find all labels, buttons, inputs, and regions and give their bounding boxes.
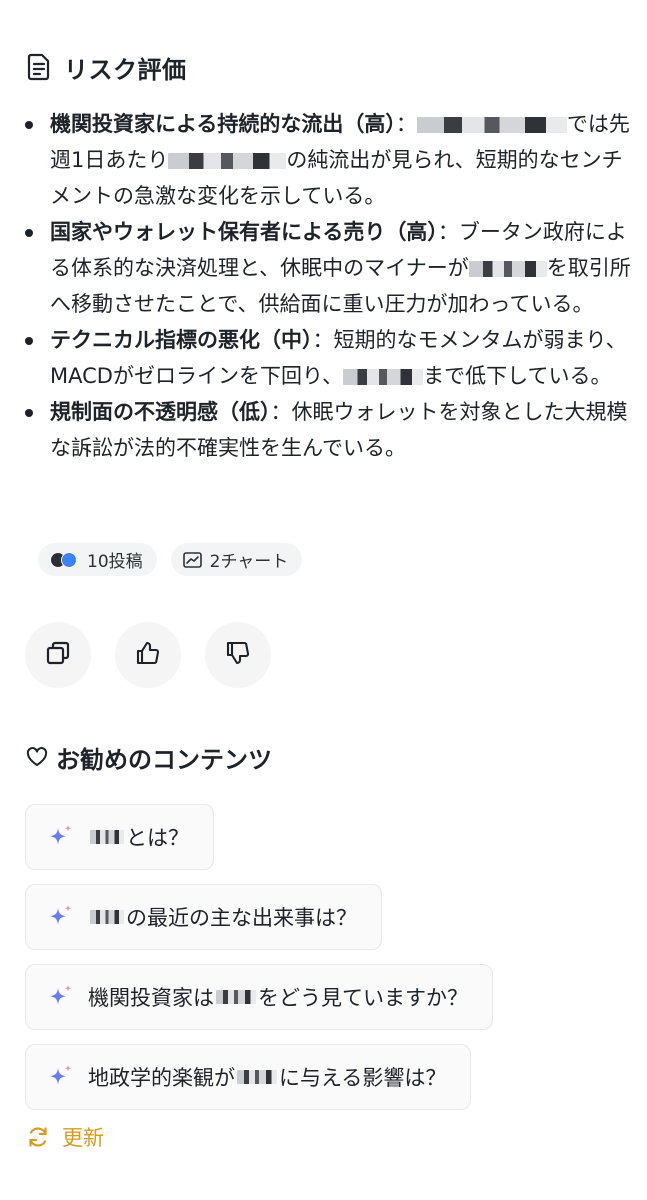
document-icon [26, 53, 52, 81]
risk-section-title: リスク評価 [64, 55, 187, 84]
avatar [61, 551, 77, 568]
copy-button[interactable] [25, 622, 91, 688]
posts-chip[interactable]: 10投稿 [38, 543, 157, 576]
suggestion-item[interactable]: の最近の主な出来事は？ [25, 884, 382, 950]
risk-item-heading: テクニカル指標の悪化（中） [50, 328, 313, 352]
redacted-text [343, 369, 424, 385]
risk-list: 機関投資家による持続的な流出（高）： では先週1日あたり の純流出が見られ、短期的な… [22, 106, 634, 466]
charts-chip[interactable]: 2チャート [170, 543, 303, 576]
risk-item-heading: 機関投資家による持続的な流出（高） [50, 112, 396, 136]
chart-icon [182, 551, 202, 568]
source-chips: 10投稿 2チャート [38, 543, 303, 576]
charts-chip-label: 2チャート [209, 552, 289, 572]
risk-item-regulatory-uncertainty: 規制面の不透明感（低）：休眠ウォレットを対象とした大規模な訴訟が法的不確実性を生… [22, 394, 634, 466]
redacted-text [468, 261, 547, 277]
risk-section-header: リスク評価 [26, 50, 187, 84]
suggestion-item[interactable]: 機関投資家は をどう見ていますか？ [25, 964, 493, 1030]
risk-item-technical-deterioration: テクニカル指標の悪化（中）：短期的なモメンタムが弱まり、MACDがゼロラインを下… [22, 322, 634, 394]
heart-icon [26, 747, 48, 767]
refresh-icon [26, 1125, 50, 1149]
suggestion-text: に与える影響は？ [279, 1066, 447, 1090]
feedback-actions [25, 622, 271, 688]
suggestion-text: 機関投資家は [88, 986, 214, 1010]
risk-item-text: まで低下している。 [423, 364, 612, 388]
suggestion-item[interactable]: 地政学的楽観が に与える影響は？ [25, 1044, 472, 1110]
suggestion-text: をどう見ていますか？ [258, 986, 468, 1010]
risk-item-heading: 国家やウォレット保有者による売り（高） [50, 220, 438, 244]
sparkle-icon [46, 1062, 76, 1092]
posts-chip-label: 10投稿 [87, 552, 143, 572]
recommendations-header: お勧めのコンテンツ [26, 740, 272, 774]
suggestion-list: とは？ の最近の主な出来事は？ 機関投資家は をどう見ていますか？ 地政学的楽観… [25, 804, 493, 1110]
dislike-button[interactable] [205, 622, 271, 688]
suggestion-text: の最近の主な出来事は？ [126, 906, 357, 930]
thumbs-down-icon [224, 639, 252, 671]
avatar-stack [50, 551, 77, 568]
risk-item-institutional-outflow: 機関投資家による持続的な流出（高）： では先週1日あたり の純流出が見られ、短期的な… [22, 106, 634, 214]
redacted-text [90, 830, 124, 844]
recommendations-title: お勧めのコンテンツ [56, 745, 272, 774]
sparkle-icon [46, 822, 76, 852]
copy-icon [44, 639, 72, 671]
like-button[interactable] [115, 622, 181, 688]
sparkle-icon [46, 982, 76, 1012]
redacted-text [237, 1070, 277, 1084]
redacted-text [416, 117, 567, 133]
refresh-button[interactable]: 更新 [26, 1122, 104, 1152]
redacted-text [216, 990, 256, 1004]
thumbs-up-icon [134, 639, 162, 671]
redacted-text [90, 910, 124, 924]
redacted-text [168, 153, 287, 169]
suggestion-text: とは？ [126, 826, 189, 850]
risk-item-sovereign-selling: 国家やウォレット保有者による売り（高）：ブータン政府による体系的な決済処理と、休… [22, 214, 634, 322]
sparkle-icon [46, 902, 76, 932]
suggestion-item[interactable]: とは？ [25, 804, 214, 870]
suggestion-text: 地政学的楽観が [88, 1066, 235, 1090]
refresh-label: 更新 [62, 1126, 104, 1150]
risk-item-text: ： [395, 112, 417, 136]
risk-item-heading: 規制面の不透明感（低） [50, 400, 271, 424]
